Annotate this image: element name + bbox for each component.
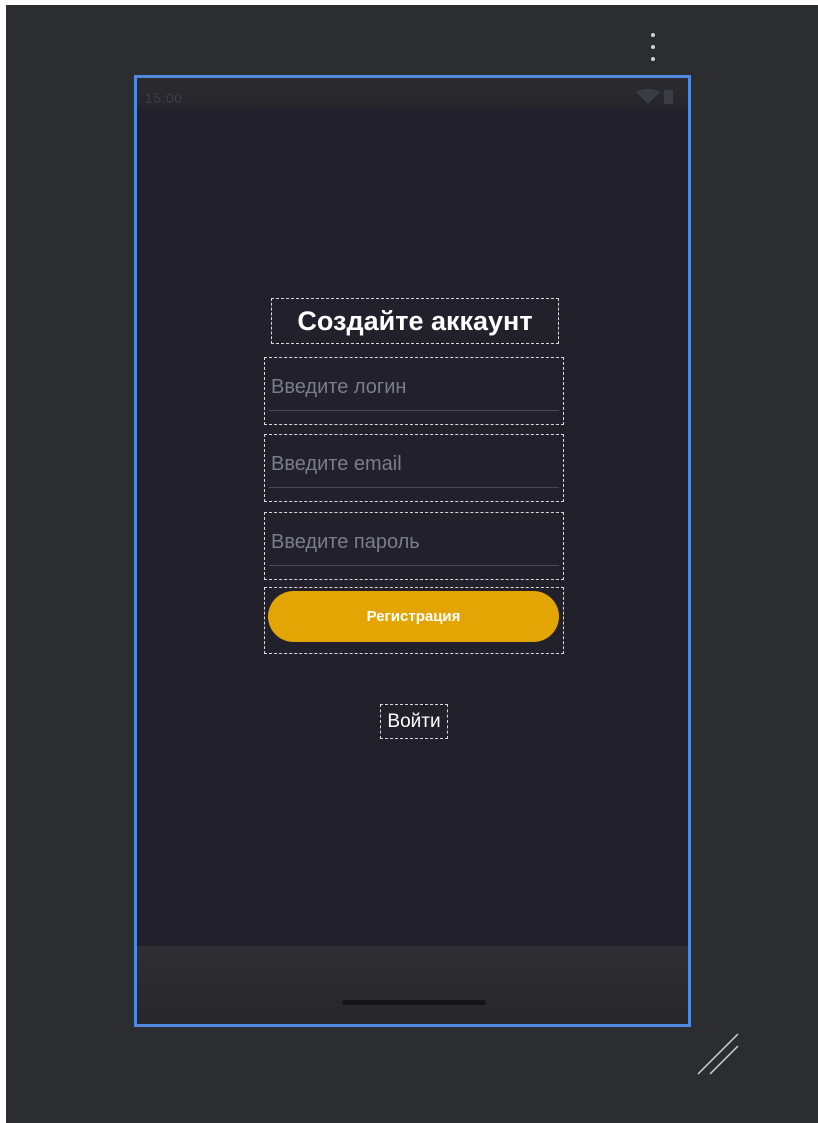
password-input[interactable]	[269, 519, 559, 566]
more-vert-icon[interactable]	[646, 31, 660, 67]
resize-handle-icon[interactable]	[696, 1030, 746, 1080]
navigation-bar	[137, 946, 688, 1024]
email-input[interactable]	[269, 441, 559, 488]
layout-editor-canvas: 15:00 Создайте аккаунт Регистрация	[6, 5, 818, 1123]
status-time: 15:00	[145, 90, 183, 106]
login-field-container	[264, 357, 564, 425]
battery-icon	[664, 90, 673, 104]
login-input[interactable]	[269, 364, 559, 411]
device-preview[interactable]: 15:00 Создайте аккаунт Регистрация	[134, 75, 691, 1027]
status-icons	[634, 89, 682, 105]
register-button-container: Регистрация	[264, 587, 564, 654]
login-link[interactable]: Войти	[380, 704, 448, 739]
password-field-container	[264, 512, 564, 580]
register-button[interactable]: Регистрация	[268, 591, 559, 642]
wifi-icon	[636, 89, 673, 104]
status-bar: 15:00	[137, 78, 688, 108]
page-title: Создайте аккаунт	[271, 298, 559, 344]
app-screen: Создайте аккаунт Регистрация Войти	[137, 108, 688, 946]
email-field-container	[264, 434, 564, 502]
home-indicator[interactable]	[342, 1000, 486, 1005]
